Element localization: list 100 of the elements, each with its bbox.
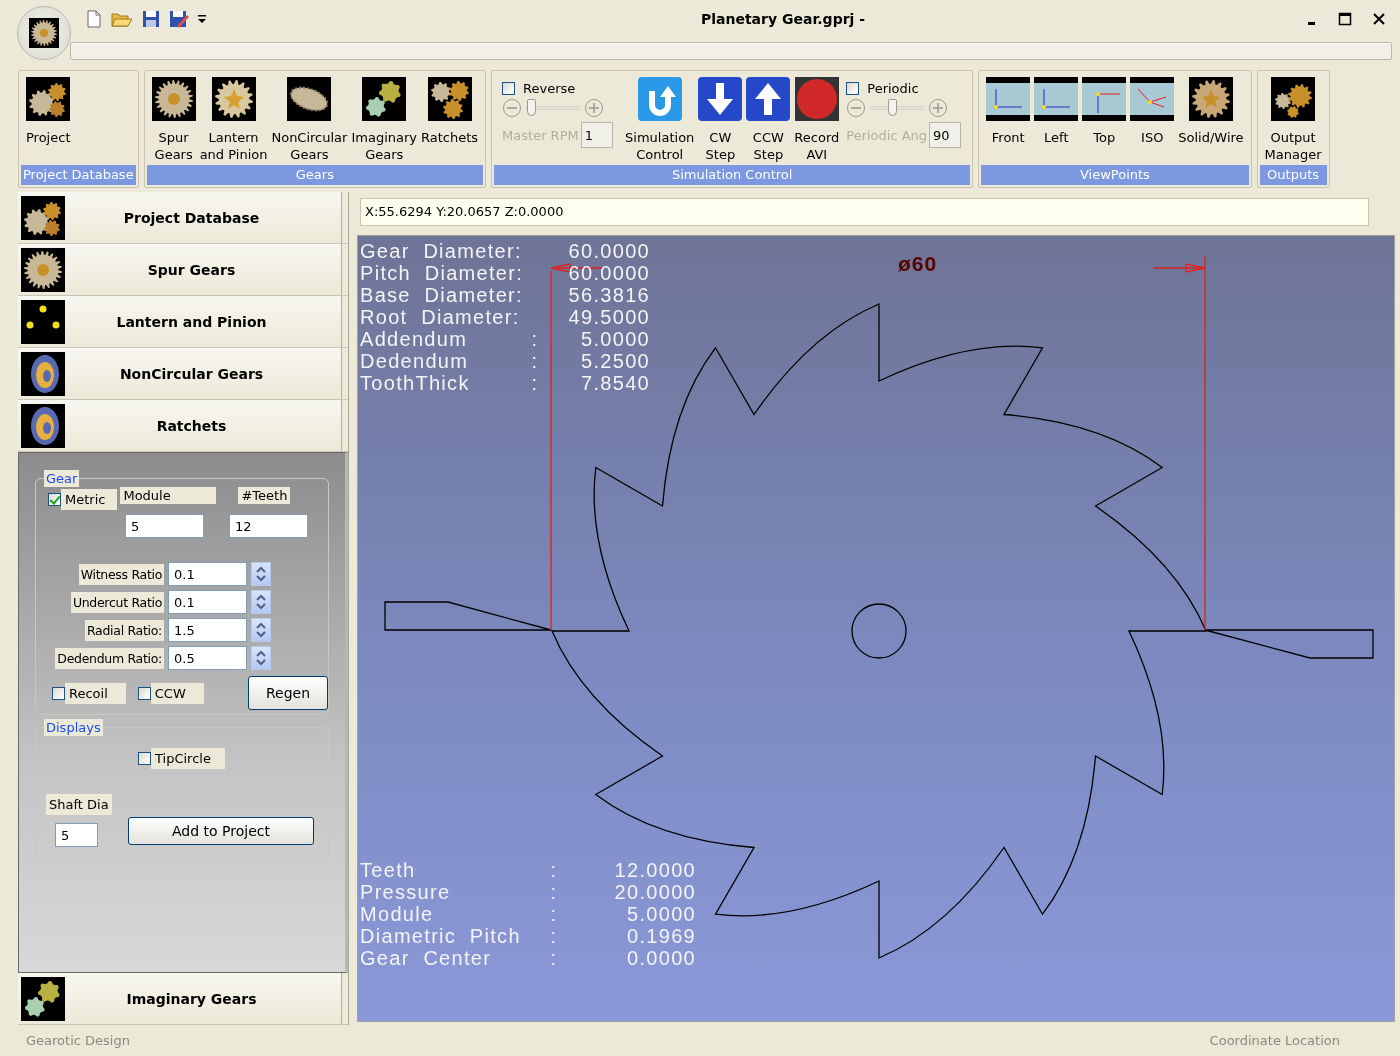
ribbon-button[interactable]: Record AVI	[793, 77, 841, 165]
ribbon-button[interactable]: Project	[25, 77, 72, 165]
regen-button[interactable]: Regen	[248, 676, 328, 710]
sidebar-item[interactable]: Project Database	[18, 192, 348, 244]
gears-icon	[21, 195, 65, 240]
dropdown-caret-icon[interactable]	[198, 14, 206, 24]
sidebar-item[interactable]: Lantern and Pinion	[18, 296, 348, 348]
up-down-arrows-icon	[256, 565, 266, 583]
axes-icon	[1130, 77, 1175, 121]
stat-separator: :	[530, 328, 540, 350]
stat-value: 56.3816	[567, 284, 650, 306]
spin-button[interactable]	[251, 590, 271, 614]
field-label: Periodic Ang	[846, 127, 928, 143]
ribbon-button[interactable]: Ratchets	[420, 77, 480, 165]
stat-label: Pitch Diameter:	[360, 262, 525, 284]
field-label: Shaft Dia	[46, 794, 112, 815]
ribbon-button[interactable]: Imaginary Gears	[350, 77, 418, 165]
input-field[interactable]: 1	[580, 122, 613, 148]
group-title: Simulation Control	[494, 165, 971, 185]
input-field[interactable]: 5	[55, 823, 98, 847]
stat-separator: :	[549, 925, 559, 947]
gear-icon	[151, 77, 196, 121]
field-label: Dedendum Ratio:	[55, 647, 164, 669]
ribbon-button[interactable]: ISO	[1129, 77, 1176, 165]
sidebar-item[interactable]: Spur Gears	[18, 244, 348, 296]
new-file-icon[interactable]	[86, 10, 102, 28]
stat-label: Teeth	[360, 859, 417, 881]
checkbox[interactable]	[846, 82, 860, 95]
ribbon-button[interactable]: CCW Step	[745, 77, 792, 165]
stat-value: 7.8540	[580, 372, 650, 394]
up-down-arrows-icon	[256, 593, 266, 611]
checkbox[interactable]	[137, 686, 151, 700]
ribbon-button[interactable]: Solid/Wire	[1177, 77, 1245, 165]
ribbon-button[interactable]: Lantern and Pinion	[198, 77, 269, 165]
stat-label: Gear Diameter:	[360, 240, 523, 262]
checkbox[interactable]	[502, 82, 516, 95]
input-field[interactable]: 0.1	[168, 562, 247, 586]
slider-thumb[interactable]	[887, 99, 897, 116]
group-title: Outputs	[1259, 165, 1327, 185]
stat-separator: :	[549, 947, 559, 969]
spin-button[interactable]	[251, 562, 271, 586]
input-field[interactable]: 0.5	[168, 646, 247, 670]
input-field[interactable]: 5	[125, 514, 204, 538]
sidebar-item[interactable]: Ratchets	[18, 400, 348, 452]
slider-thumb[interactable]	[527, 99, 537, 116]
sidebar-item[interactable]: NonCircular Gears	[18, 348, 348, 400]
stat-value: 20.0000	[613, 881, 696, 903]
group-box-title: Gear	[44, 470, 80, 487]
blob-icon	[21, 351, 65, 396]
star-gears-icon	[21, 976, 65, 1021]
input-field[interactable]: 12	[229, 514, 308, 538]
up-down-arrows-icon	[256, 649, 266, 667]
input-field[interactable]: 90	[929, 122, 962, 148]
gears-icon	[427, 77, 472, 121]
minimize-icon	[1307, 21, 1315, 25]
checkbox[interactable]	[52, 686, 65, 700]
coordinate-field: X:55.6294 Y:20.0657 Z:0.0000	[360, 198, 1369, 226]
ribbon-button[interactable]: Simulation Control	[624, 77, 696, 165]
star-gears-icon	[362, 77, 407, 121]
sidebar-item[interactable]: Imaginary Gears	[18, 973, 348, 1025]
stat-value: 5.0000	[580, 328, 650, 350]
shaft-hole-drawing	[851, 603, 907, 659]
checkbox[interactable]	[138, 752, 151, 765]
stat-separator: :	[549, 903, 559, 925]
ribbon-button[interactable]: Output Manager	[1263, 77, 1323, 165]
stat-value: 60.0000	[567, 262, 650, 284]
gear-icon	[211, 77, 256, 121]
open-folder-icon[interactable]	[111, 10, 133, 28]
stat-separator: :	[549, 859, 559, 881]
dots-icon	[21, 299, 65, 344]
stat-label: Addendum	[360, 328, 469, 350]
ribbon-button[interactable]: Spur Gears	[150, 77, 197, 165]
record-icon	[794, 77, 839, 121]
field-label: #Teeth	[238, 487, 291, 504]
stat-value: 0.0000	[626, 947, 696, 969]
spin-button[interactable]	[251, 646, 271, 670]
stat-label: Gear Center	[360, 947, 493, 969]
ribbon-button[interactable]: Front	[985, 77, 1032, 165]
ribbon-button[interactable]: Top	[1081, 77, 1128, 165]
input-field[interactable]: 0.1	[168, 590, 247, 614]
gears-icon	[1271, 77, 1316, 121]
save-as-icon[interactable]	[169, 10, 189, 28]
group-title: ViewPoints	[981, 165, 1249, 185]
input-field[interactable]: 1.5	[168, 618, 247, 642]
ribbon-button[interactable]: NonCircular Gears	[270, 77, 349, 165]
stat-label: Root Diameter:	[360, 306, 521, 328]
ribbon-button[interactable]: CW Step	[697, 77, 744, 165]
add-to-project-button[interactable]: Add to Project	[128, 817, 314, 845]
status-text: Coordinate Location	[1209, 1033, 1340, 1048]
ribbon-button[interactable]: Left	[1033, 77, 1080, 165]
stat-value: 5.2500	[580, 350, 650, 372]
spin-button[interactable]	[251, 618, 271, 642]
checkbox[interactable]	[48, 493, 61, 506]
maximize-icon	[1338, 12, 1352, 26]
save-icon[interactable]	[142, 10, 160, 28]
group-title: Project Database	[21, 165, 136, 185]
app-menu-button[interactable]	[17, 6, 71, 60]
group-title: Gears	[146, 165, 484, 185]
axes-icon	[1034, 77, 1079, 121]
gear-icon	[29, 18, 59, 48]
